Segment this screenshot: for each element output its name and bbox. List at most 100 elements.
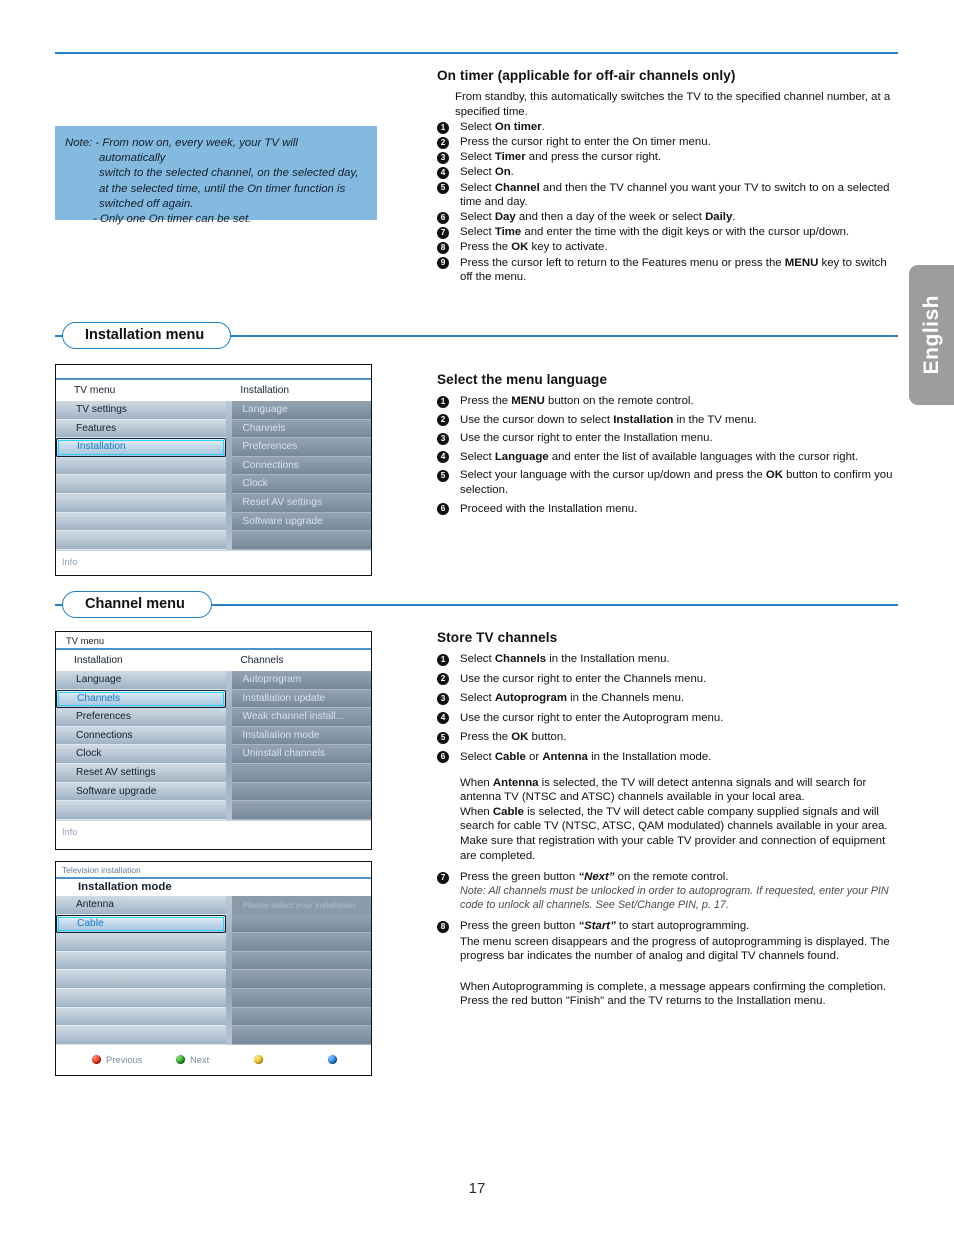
tv-color-button-bar: Previous Next	[56, 1044, 371, 1075]
tv-top-title: Television installation	[56, 862, 371, 877]
menu-item-selected[interactable]: Cable	[56, 914, 227, 934]
step-text: Press the OK button.	[460, 731, 567, 744]
tv-top-title: TV menu	[56, 632, 371, 648]
tv-right-title: Channels	[240, 655, 284, 666]
step-number-icon: 4	[437, 451, 449, 464]
note-line-3: at the selected time, until the On timer…	[99, 182, 346, 195]
step-number-icon: 5	[437, 469, 449, 482]
menu-item[interactable]: Features	[56, 419, 227, 439]
menu-item[interactable]: Language	[56, 671, 227, 690]
menu-item[interactable]: Antenna	[56, 896, 227, 915]
tv-left-title: Installation	[74, 655, 123, 666]
color-button-yellow[interactable]	[254, 1055, 328, 1065]
tv-hint-row: Please select your installation mode	[232, 896, 371, 930]
step-number-icon: 1	[437, 395, 449, 408]
menu-item[interactable]: Connections	[56, 726, 227, 746]
menu-item[interactable]: Channels	[232, 419, 371, 439]
menu-item-empty	[232, 801, 371, 820]
store-channels-heading: Store TV channels	[437, 630, 558, 645]
menu-item[interactable]: Weak channel install...	[232, 708, 371, 727]
language-tab-label: English	[919, 295, 943, 375]
menu-item-empty	[232, 933, 371, 952]
list-item: 7 Select Time and enter the time with the…	[437, 225, 902, 240]
step-number-icon: 2	[437, 673, 449, 686]
section-title-installation-menu: Installation menu	[62, 322, 232, 349]
menu-item[interactable]: Uninstall channels	[232, 745, 371, 764]
step-number-icon: 6	[437, 503, 449, 516]
tv-left-pane: TV settings Features Installation	[56, 401, 233, 550]
step-text: Press the cursor right to enter the On t…	[460, 136, 711, 149]
menu-item[interactable]: Installation update	[232, 689, 371, 709]
tv-panes: TV settings Features Installation Langua…	[56, 401, 371, 550]
list-item: 8 Press the green button “Start” to start…	[437, 919, 902, 934]
step-number-icon: 3	[437, 692, 449, 705]
menu-item[interactable]: Software upgrade	[56, 782, 227, 802]
menu-item[interactable]: Clock	[232, 475, 371, 494]
on-timer-steps: 1 Select On timer. 2 Press the cursor righ…	[437, 120, 902, 285]
step-number-icon: 2	[437, 136, 449, 149]
menu-item[interactable]: TV settings	[56, 401, 227, 420]
step-text: Select Timer and press the cursor right.	[460, 151, 662, 164]
menu-item[interactable]: Clock	[56, 745, 227, 764]
step-text: Use the cursor right to enter the Channe…	[460, 672, 707, 685]
menu-item-empty	[232, 951, 371, 971]
list-item: 6 Proceed with the Installation menu.	[437, 502, 902, 517]
store-channels-step8: 8 Press the green button “Start” to start…	[437, 919, 902, 934]
menu-item[interactable]: Preferences	[232, 438, 371, 457]
menu-item-empty	[56, 512, 227, 532]
list-item: 9 Press the cursor left to return to the …	[437, 256, 902, 285]
menu-item-empty	[56, 456, 227, 476]
step-number-icon: 5	[437, 182, 449, 195]
on-timer-section: On timer (applicable for off-air channel…	[437, 68, 902, 285]
step-number-icon: 8	[437, 241, 449, 254]
section-installation-menu: Installation menu	[55, 322, 898, 352]
select-language-section: Select the menu language 1 Press the MENU…	[437, 372, 902, 517]
step-number-icon: 6	[437, 211, 449, 224]
menu-item-empty	[56, 475, 227, 494]
menu-item[interactable]: Software upgrade	[232, 512, 371, 532]
step-text: Press the cursor left to return to the F…	[460, 256, 887, 284]
step-text: Press the MENU button on the remote cont…	[460, 395, 694, 407]
list-item: 1 Select On timer.	[437, 120, 902, 135]
menu-item-selected[interactable]: Channels	[56, 689, 227, 709]
tv-screen-installation-menu: TV menu Installation TV settings Feature…	[55, 364, 372, 576]
select-language-heading: Select the menu language	[437, 372, 608, 387]
menu-item[interactable]: Reset AV settings	[56, 763, 227, 783]
tv-title-row: TV menu Installation	[56, 380, 371, 401]
step-text: Press the green button “Start” to start …	[460, 920, 750, 933]
color-button-blue[interactable]	[328, 1055, 342, 1065]
list-item: 4 Select Language and enter the list of a…	[437, 450, 902, 465]
green-dot-icon	[176, 1055, 185, 1065]
tv-top-blank	[56, 365, 371, 378]
step-text: Select On.	[460, 166, 514, 179]
menu-item[interactable]: Installation mode	[232, 726, 371, 746]
tv-info-bar: Info	[56, 549, 371, 575]
tv-screen-installation-mode: Television installation Installation mod…	[55, 861, 372, 1076]
store-channels-cable-paragraph: When Cable is selected, the TV will dete…	[460, 805, 888, 833]
menu-item-selected[interactable]: Installation	[56, 438, 227, 457]
color-button-next[interactable]: Next	[176, 1054, 254, 1065]
tv-info-label: Info	[62, 556, 78, 567]
color-button-previous[interactable]: Previous	[92, 1054, 176, 1065]
menu-item[interactable]: Connections	[232, 456, 371, 476]
top-divider-rule	[55, 52, 898, 54]
menu-item-empty	[56, 493, 227, 513]
menu-item[interactable]: Autoprogram	[232, 671, 371, 690]
menu-item[interactable]: Preferences	[56, 708, 227, 727]
select-language-steps: 1 Press the MENU button on the remote con…	[437, 394, 902, 516]
menu-item[interactable]: Reset AV settings	[232, 493, 371, 513]
tv-panes: Language Channels Preferences Connection…	[56, 671, 371, 820]
step-number-icon: 9	[437, 257, 449, 270]
section-channel-menu: Channel menu	[55, 591, 898, 621]
tv-right-pane: Autoprogram Installation update Weak cha…	[232, 671, 371, 820]
menu-item-empty	[232, 531, 371, 550]
list-item: 5 Select your language with the cursor up…	[437, 468, 902, 497]
tv-panes: Antenna Cable Please select your install…	[56, 896, 371, 1045]
red-dot-icon	[92, 1055, 101, 1065]
step-number-icon: 3	[437, 151, 449, 164]
step-number-icon: 1	[437, 653, 449, 666]
step-text: Select Cable or Antenna in the Installat…	[460, 750, 712, 763]
tv-screen-channel-menu: TV menu Installation Channels Language C…	[55, 631, 372, 850]
tv-screen-heading: Installation mode	[56, 879, 371, 896]
menu-item[interactable]: Language	[232, 401, 371, 420]
